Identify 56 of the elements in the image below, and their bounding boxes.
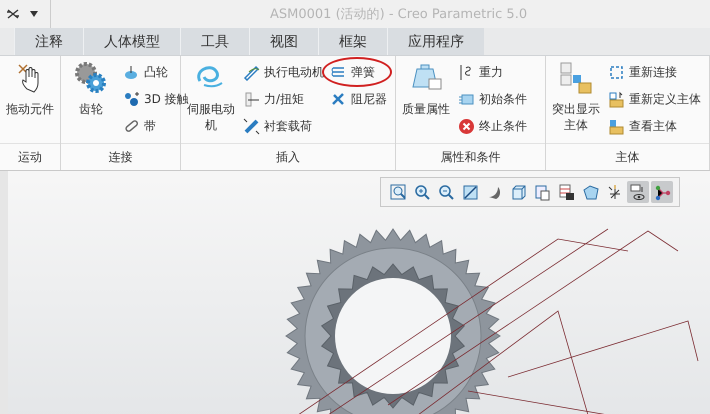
bushing-icon bbox=[243, 118, 260, 135]
square-diagonal-icon bbox=[462, 184, 478, 200]
ribbon-button[interactable]: 阻尼器 bbox=[328, 86, 389, 113]
ribbon-button[interactable]: 力/扭矩 bbox=[241, 86, 326, 113]
ribbon-button[interactable]: 齿轮 bbox=[63, 59, 119, 117]
frame-icon bbox=[608, 64, 625, 81]
cube-icon bbox=[510, 184, 526, 200]
blocks-arrow-icon bbox=[608, 91, 625, 108]
ribbon-button[interactable]: 质量属性 bbox=[398, 59, 454, 117]
box-icon bbox=[582, 184, 598, 200]
axes-icon bbox=[606, 184, 622, 200]
ribbon-button[interactable]: 重新定义主体 bbox=[606, 86, 703, 113]
force-arrow-icon bbox=[243, 91, 260, 108]
ribbon-button[interactable]: 重新连接 bbox=[606, 59, 703, 86]
blocks-icon bbox=[608, 118, 625, 135]
zoom-in-icon bbox=[414, 184, 430, 200]
cam-icon bbox=[123, 64, 140, 81]
ribbon-button[interactable]: 终止条件 bbox=[456, 113, 529, 140]
ribbon-tab[interactable]: 框架 bbox=[318, 28, 387, 55]
gear-icon bbox=[74, 61, 108, 95]
ribbon-tab[interactable]: 工具 bbox=[180, 28, 249, 55]
ribbon-button[interactable]: 突出显示主体 bbox=[548, 59, 604, 133]
spheres-icon bbox=[123, 91, 140, 108]
blocks-icon bbox=[559, 61, 593, 95]
group-label: 主体 bbox=[546, 143, 709, 170]
ribbon-button[interactable]: 带 bbox=[121, 113, 191, 140]
layers-icon bbox=[534, 184, 550, 200]
ribbon-tab[interactable]: 人体模型 bbox=[83, 28, 180, 55]
eye-icon bbox=[630, 184, 646, 200]
ribbon-button[interactable]: 衬套载荷 bbox=[241, 113, 326, 140]
ribbon-button[interactable]: 重力 bbox=[456, 59, 529, 86]
ribbon-button[interactable]: 弹簧 bbox=[328, 59, 389, 86]
group-label: 属性和条件 bbox=[396, 143, 545, 170]
ribbon-button[interactable]: 查看主体 bbox=[606, 113, 703, 140]
zoom-fit-icon bbox=[390, 184, 406, 200]
zoom-out-icon bbox=[438, 184, 454, 200]
pencil-arrow-icon bbox=[243, 64, 260, 81]
table-camera-icon bbox=[558, 184, 574, 200]
toolbar-button[interactable] bbox=[651, 181, 673, 203]
nodes-icon bbox=[654, 184, 670, 200]
ribbon-tab[interactable]: 应用程序 bbox=[387, 28, 484, 55]
ribbon-button[interactable]: 凸轮 bbox=[121, 59, 191, 86]
stop-icon bbox=[458, 118, 475, 135]
highlight-ellipse bbox=[322, 57, 392, 87]
group-label: 运动 bbox=[0, 143, 60, 170]
tools-icon[interactable] bbox=[6, 8, 20, 20]
toolbar-button[interactable] bbox=[627, 181, 649, 203]
window-title: ASM0001 (活动的) - Creo Parametric 5.0 bbox=[270, 6, 528, 23]
ribbon-button[interactable]: 初始条件 bbox=[456, 86, 529, 113]
ribbon-button[interactable]: 拖动元件 bbox=[2, 59, 58, 117]
group-label: 连接 bbox=[61, 143, 180, 170]
chain-link-icon bbox=[123, 118, 140, 135]
dropdown-arrow-icon[interactable] bbox=[30, 11, 38, 17]
ribbon-tab[interactable]: 注释 bbox=[14, 28, 83, 55]
ribbon-tab[interactable]: 视图 bbox=[249, 28, 318, 55]
group-label: 插入 bbox=[181, 143, 395, 170]
